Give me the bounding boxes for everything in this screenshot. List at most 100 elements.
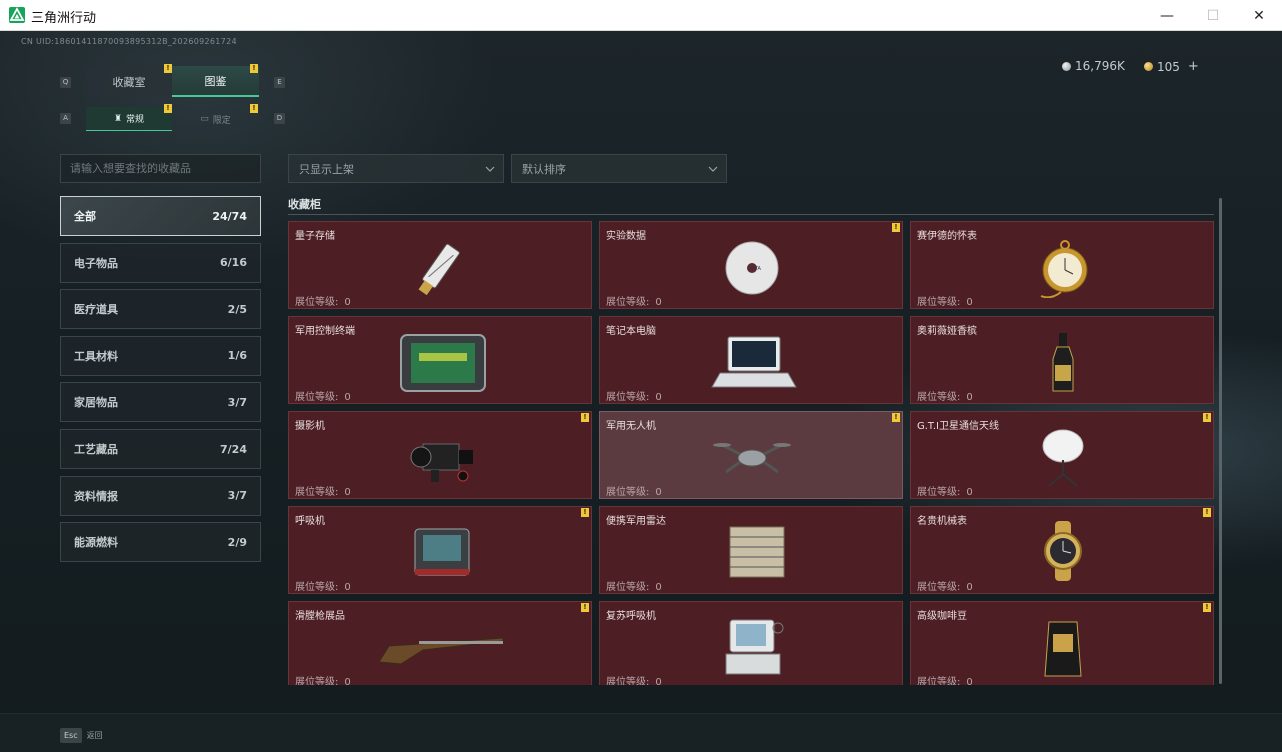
category-label: 工具材料	[74, 349, 118, 363]
new-badge-icon: !	[250, 64, 258, 73]
key-hint-a: A	[60, 113, 71, 124]
key-hint-d: D	[274, 113, 285, 124]
key-hint-q: Q	[60, 77, 71, 88]
booth-level-label: 展位等级:	[606, 582, 650, 593]
close-button[interactable]: ✕	[1236, 0, 1282, 31]
add-currency-button[interactable]: +	[1188, 59, 1199, 74]
svg-text:DATA: DATA	[748, 266, 761, 272]
category-item[interactable]: 工具材料 1/6	[60, 335, 261, 376]
booth-level-label: 展位等级:	[295, 582, 339, 593]
category-count: 2/5	[227, 302, 247, 316]
booth-level: 展位等级: 0	[295, 388, 351, 403]
collection-card[interactable]: 实验数据 DATA 展位等级: 0!	[599, 221, 903, 309]
booth-level: 展位等级: 0	[917, 388, 973, 403]
collection-card[interactable]: G.T.I卫星通信天线 展位等级: 0!	[910, 411, 1214, 499]
item-name: 名贵机械表	[917, 516, 967, 527]
category-item[interactable]: 能源燃料 2/9	[60, 522, 261, 563]
collection-card[interactable]: 赛伊德的怀表 展位等级: 0	[910, 221, 1214, 309]
booth-level: 展位等级: 0	[606, 388, 662, 403]
new-badge-icon: !	[892, 223, 900, 232]
item-name: 军用无人机	[606, 421, 656, 432]
booth-level-label: 展位等级:	[606, 487, 650, 498]
collection-card[interactable]: 摄影机 展位等级: 0!	[288, 411, 592, 499]
collection-card[interactable]: 呼吸机 展位等级: 0!	[288, 506, 592, 594]
booth-level-value: 0	[344, 677, 351, 685]
new-badge-icon: !	[250, 104, 258, 113]
category-item[interactable]: 工艺藏品 7/24	[60, 429, 261, 469]
booth-level-value: 0	[655, 392, 662, 403]
booth-level-label: 展位等级:	[917, 297, 961, 308]
category-label: 家居物品	[74, 396, 118, 410]
category-count: 7/24	[220, 442, 247, 456]
regular-icon: ♜	[113, 113, 123, 124]
musket-icon	[378, 614, 504, 678]
collection-card[interactable]: 军用控制终端展位等级: 0	[288, 316, 592, 404]
booth-level: 展位等级: 0	[917, 673, 973, 685]
collection-card[interactable]: 复苏呼吸机 展位等级: 0	[599, 601, 903, 685]
champagne-icon	[1001, 329, 1125, 393]
booth-level-label: 展位等级:	[917, 677, 961, 685]
shelf-filter-dropdown[interactable]: 只显示上架	[288, 154, 504, 183]
category-count: 3/7	[227, 489, 247, 503]
sort-dropdown[interactable]: 默认排序	[511, 154, 727, 183]
collection-card[interactable]: 笔记本电脑展位等级: 0	[599, 316, 903, 404]
window-title: 三角洲行动	[31, 11, 97, 26]
grid-scrollbar[interactable]	[1219, 198, 1222, 684]
new-badge-icon: !	[164, 64, 172, 73]
booth-level: 展位等级: 0	[917, 293, 973, 308]
item-name: 奥莉薇娅香槟	[917, 326, 977, 337]
collection-card[interactable]: 滑膛枪展品 展位等级: 0!	[288, 601, 592, 685]
booth-level-value: 0	[966, 297, 973, 308]
collection-card[interactable]: 奥莉薇娅香槟展位等级: 0	[910, 316, 1214, 404]
booth-level: 展位等级: 0	[917, 578, 973, 593]
booth-level: 展位等级: 0	[295, 578, 351, 593]
item-name: 赛伊德的怀表	[917, 231, 977, 242]
minimize-button[interactable]: —	[1144, 0, 1190, 31]
category-item[interactable]: 全部 24/74	[60, 196, 261, 236]
pocket-watch-icon	[1001, 234, 1125, 299]
booth-level: 展位等级: 0	[295, 483, 351, 498]
coffee-bag-icon	[1001, 614, 1125, 678]
booth-level-value: 0	[966, 487, 973, 498]
collection-card[interactable]: 便携军用雷达 展位等级: 0	[599, 506, 903, 594]
back-label: 返回	[86, 731, 103, 740]
category-item[interactable]: 资料情报 3/7	[60, 475, 261, 516]
booth-level-value: 0	[966, 677, 973, 685]
item-name: 实验数据	[606, 231, 646, 242]
category-item[interactable]: 医疗道具 2/5	[60, 289, 261, 330]
booth-level-label: 展位等级:	[295, 392, 339, 403]
collection-card[interactable]: 量子存储 展位等级: 0	[288, 221, 592, 309]
game-viewport: CN UID:18601411870093895312B_20260926172…	[0, 31, 1282, 752]
bottom-bar: Esc 返回	[0, 713, 1282, 752]
booth-level-value: 0	[344, 487, 351, 498]
back-button[interactable]: Esc 返回	[60, 725, 113, 746]
category-item[interactable]: 电子物品 6/16	[60, 242, 261, 283]
booth-level-label: 展位等级:	[295, 677, 339, 685]
item-name: 军用控制终端	[295, 326, 355, 337]
category-label: 医疗道具	[74, 303, 118, 317]
booth-level: 展位等级: 0	[295, 293, 351, 308]
collection-card[interactable]: 高级咖啡豆 展位等级: 0!	[910, 601, 1214, 685]
booth-level-value: 0	[655, 297, 662, 308]
item-name: 滑膛枪展品	[295, 611, 345, 622]
booth-level-label: 展位等级:	[295, 487, 339, 498]
category-item[interactable]: 家居物品 3/7	[60, 382, 261, 423]
subtab-limited[interactable]: ▭ 限定	[172, 107, 259, 131]
booth-level-label: 展位等级:	[606, 297, 650, 308]
tab-atlas[interactable]: 图鉴	[172, 66, 259, 97]
chevron-down-icon	[485, 166, 495, 172]
esc-key-hint: Esc	[60, 728, 82, 743]
collection-card[interactable]: 军用无人机 展位等级: 0!	[599, 411, 903, 499]
category-count: 24/74	[212, 209, 247, 223]
subtab-regular[interactable]: ♜ 常规	[86, 107, 172, 131]
disc-icon: DATA	[690, 234, 814, 298]
maximize-button[interactable]: ☐	[1190, 0, 1236, 31]
tab-collection-room[interactable]: 收藏室	[86, 66, 172, 97]
item-name: 笔记本电脑	[606, 326, 656, 337]
key-hint-e: E	[274, 77, 285, 88]
collection-card[interactable]: 名贵机械表 展位等级: 0!	[910, 506, 1214, 594]
chevron-down-icon	[708, 166, 718, 172]
category-count: 2/9	[227, 535, 247, 549]
user-id-label: CN UID:18601411870093895312B_20260926172…	[21, 37, 237, 46]
search-input[interactable]	[60, 154, 261, 183]
